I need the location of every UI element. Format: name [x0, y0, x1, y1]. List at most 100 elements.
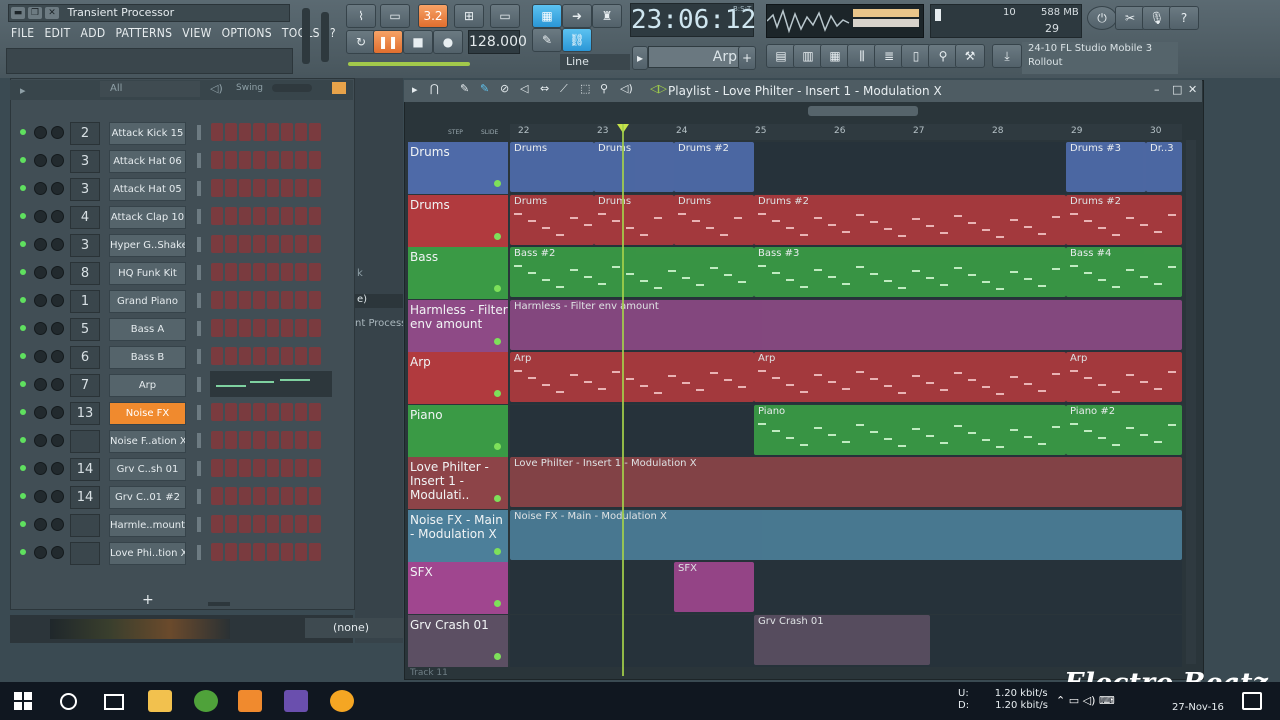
step-button[interactable] — [239, 235, 251, 253]
volume-knob[interactable] — [51, 350, 64, 363]
channel-row[interactable]: 1 Grand Piano — [14, 289, 350, 315]
channel-name-button[interactable]: Noise FX — [109, 402, 186, 425]
timeline-ruler[interactable]: 22 23 24 25 26 27 28 29 30 — [510, 124, 1182, 140]
step-button[interactable] — [309, 123, 321, 141]
microphone-button[interactable]: 🎙 — [1142, 6, 1172, 30]
channel-name-button[interactable]: Grv C..sh 01 — [109, 458, 186, 481]
track-header[interactable]: Arp — [408, 352, 508, 404]
channel-led[interactable] — [20, 381, 26, 387]
pan-knob[interactable] — [34, 266, 47, 279]
step-button[interactable] — [295, 543, 307, 561]
channel-led[interactable] — [20, 521, 26, 527]
channel-select-bar[interactable] — [197, 517, 201, 532]
channel-led[interactable] — [20, 157, 26, 163]
step-button[interactable] — [281, 515, 293, 533]
step-button[interactable] — [295, 123, 307, 141]
step-button[interactable] — [253, 347, 265, 365]
volume-knob[interactable] — [51, 434, 64, 447]
menu-view[interactable]: VIEW — [177, 24, 216, 44]
step-button[interactable] — [211, 291, 223, 309]
channel-name-button[interactable]: Arp — [109, 374, 186, 397]
track-lane[interactable]: Noise FX - Main - Modulation X — [510, 509, 1182, 562]
swing-knob[interactable] — [272, 84, 312, 92]
step-button[interactable] — [239, 459, 251, 477]
channel-row[interactable]: 3 Hyper G..Shaker — [14, 233, 350, 259]
playlist-arrow-icon[interactable]: ◁▷ — [650, 82, 667, 95]
visual-studio-icon[interactable] — [284, 690, 308, 712]
slice-icon[interactable]: ⟋ — [560, 82, 568, 96]
step-button[interactable] — [253, 263, 265, 281]
pattern-clip[interactable]: Drums — [510, 194, 594, 245]
pan-knob[interactable] — [34, 322, 47, 335]
channel-row[interactable]: 8 HQ Funk Kit — [14, 261, 350, 287]
channel-select-bar[interactable] — [197, 293, 201, 308]
stop-button[interactable]: ■ — [403, 30, 433, 54]
track-mute-led[interactable] — [494, 547, 501, 555]
step-button[interactable] — [211, 515, 223, 533]
step-button[interactable] — [295, 263, 307, 281]
step-button[interactable] — [225, 431, 237, 449]
step-button[interactable] — [267, 207, 279, 225]
browser-window-button[interactable]: ≣ — [874, 44, 904, 68]
channel-led[interactable] — [20, 325, 26, 331]
step-button[interactable] — [211, 543, 223, 561]
step-button[interactable] — [211, 179, 223, 197]
playlist-horizontal-scrollbar[interactable] — [808, 106, 918, 116]
download-button[interactable]: ⤓ — [992, 44, 1022, 68]
snap-arrow-button[interactable]: ➜ — [562, 4, 592, 28]
channel-row[interactable]: 13 Noise FX — [14, 401, 350, 427]
step-button[interactable] — [267, 431, 279, 449]
track-header[interactable]: Drums — [408, 194, 508, 247]
channel-select-bar[interactable] — [197, 461, 201, 476]
restore-icon[interactable]: ❐ — [28, 7, 42, 19]
panic-button[interactable]: ⏻ — [1087, 6, 1117, 30]
mixer-track-number[interactable]: 7 — [70, 374, 100, 397]
step-button[interactable] — [281, 403, 293, 421]
step-button[interactable] — [295, 291, 307, 309]
channel-select-bar[interactable] — [197, 153, 201, 168]
mixer-track-number[interactable]: 14 — [70, 458, 100, 481]
playlist-maximize-icon[interactable]: □ — [1172, 83, 1182, 96]
menu-add[interactable]: ADD — [76, 24, 111, 44]
step-button[interactable] — [211, 263, 223, 281]
pattern-song-toggle[interactable]: ⌇ — [346, 4, 376, 28]
delete-icon[interactable]: ⊘ — [500, 82, 509, 95]
tempo-display[interactable]: 128.000 — [468, 30, 527, 54]
step-button[interactable] — [309, 431, 321, 449]
track-header[interactable]: Love Philter - Insert 1 - Modulati.. — [408, 457, 508, 509]
mixer-track-number[interactable]: 3 — [70, 150, 100, 173]
windows-start-icon[interactable] — [14, 692, 32, 710]
menu-edit[interactable]: EDIT — [39, 24, 75, 44]
pan-knob[interactable] — [34, 546, 47, 559]
pattern-clip[interactable]: SFX — [674, 562, 754, 612]
track-mute-led[interactable] — [494, 652, 501, 660]
channel-name-button[interactable]: HQ Funk Kit — [109, 262, 186, 285]
rack-menu-arrow[interactable]: ▸ — [20, 84, 26, 97]
volume-knob[interactable] — [51, 322, 64, 335]
piano-roll-window-button[interactable]: ▥ — [793, 44, 823, 68]
step-button[interactable] — [295, 347, 307, 365]
channel-led[interactable] — [20, 297, 26, 303]
channel-led[interactable] — [20, 549, 26, 555]
help-button[interactable]: ? — [1169, 6, 1199, 30]
step-button[interactable] — [225, 235, 237, 253]
pencil-icon[interactable]: ✎ — [460, 82, 469, 95]
step-button[interactable] — [253, 487, 265, 505]
channel-led[interactable] — [20, 353, 26, 359]
channel-row[interactable]: 14 Grv C..01 #2 — [14, 485, 350, 511]
pattern-prev-button[interactable]: ▸ — [632, 46, 648, 70]
step-button[interactable] — [211, 207, 223, 225]
step-button[interactable] — [281, 543, 293, 561]
step-button[interactable] — [225, 263, 237, 281]
channel-name-button[interactable]: Grv C..01 #2 — [109, 486, 186, 509]
step-button[interactable] — [225, 459, 237, 477]
mixer-track-number[interactable]: 1 — [70, 290, 100, 313]
step-button[interactable] — [267, 235, 279, 253]
channel-led[interactable] — [20, 213, 26, 219]
snap-select[interactable]: Line — [560, 54, 630, 70]
channel-select-bar[interactable] — [197, 433, 201, 448]
record-button[interactable]: ● — [433, 30, 463, 54]
plugin-picker-button[interactable]: ▯ — [901, 44, 931, 68]
step-button[interactable] — [253, 459, 265, 477]
track-header[interactable]: Noise FX - Main - Modulation X — [408, 509, 508, 562]
